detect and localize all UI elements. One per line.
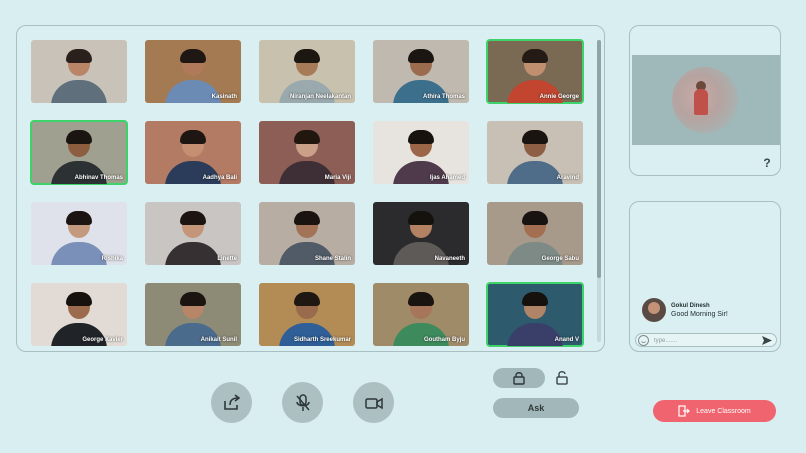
chat-message-text: Good Morning Sir! [671,310,728,318]
chat-panel: Gokul Dinesh Good Morning Sir! [629,201,781,352]
participant-name: Anand V [554,337,579,343]
participant-name: Anikait Sunil [200,337,237,343]
participant-tile[interactable] [31,40,127,103]
mic-toggle-button[interactable] [282,382,323,423]
send-icon[interactable] [762,336,772,345]
participant-name: George Xavier [82,337,123,343]
chat-sender-name: Gokul Dinesh [671,302,710,309]
share-screen-button[interactable] [211,382,252,423]
participant-name: Sidharth Sreekumar [293,337,351,343]
lock-button[interactable] [493,368,545,388]
participant-tile[interactable]: Niranjan Neelakantan [259,40,355,103]
participant-tile[interactable]: Annie George [486,39,584,104]
participant-tile[interactable]: Navaneeth [373,202,469,265]
participant-tile[interactable]: Linette [145,202,241,265]
participant-tile[interactable]: Goutham Byju [373,283,469,346]
camera-icon [364,397,383,409]
emoji-icon[interactable] [638,335,649,346]
participant-name: Niranjan Neelakantan [289,94,351,100]
participant-tile[interactable]: Ijas Ahamed [373,121,469,184]
lock-icon [513,372,525,385]
participant-tile[interactable]: Athira Thomas [373,40,469,103]
leave-classroom-button[interactable]: Leave Classroom [653,400,776,422]
participant-name: Ijas Ahamed [429,175,465,181]
participant-tile[interactable]: Rishika [31,202,127,265]
share-screen-icon [223,393,240,410]
participant-video [51,80,107,103]
participant-name: Goutham Byju [423,337,465,343]
grid-scrollbar[interactable] [597,40,601,342]
participant-video [507,161,563,184]
speaker-video-panel: ? [629,25,781,176]
leave-classroom-label: Leave Classroom [696,407,751,415]
participant-name: Linette [217,256,237,262]
exit-icon [678,405,691,417]
participant-name: Navaneeth [434,256,465,262]
speaker-video [632,55,780,145]
participant-name: Shane Stalin [314,256,351,262]
chat-message: Gokul Dinesh Good Morning Sir! [642,298,728,322]
ask-button[interactable]: Ask [493,398,579,418]
participant-tile[interactable]: Maria Viji [259,121,355,184]
participant-tile[interactable]: Anand V [486,282,584,347]
participant-tile[interactable]: Anikait Sunil [145,283,241,346]
participant-tile[interactable]: Sidharth Sreekumar [259,283,355,346]
participant-name: Rishika [101,256,123,262]
chat-input-bar [635,333,777,347]
participant-name: Abhinav Thomas [74,175,123,181]
participant-tile[interactable]: Shane Stalin [259,202,355,265]
unlock-icon[interactable] [555,370,569,386]
participant-tile[interactable]: George Sabu [487,202,583,265]
participant-tile[interactable]: Aravind [487,121,583,184]
participant-name: George Sabu [541,256,579,262]
participant-name: Kasinath [211,94,237,100]
participant-name: Aravind [556,175,579,181]
participant-tile[interactable]: Aadhya Bali [145,121,241,184]
camera-toggle-button[interactable] [353,382,394,423]
mic-off-icon [295,393,310,411]
participants-panel: Kasinath Niranjan Neelakantan Athira Thoma… [16,25,605,352]
participant-tile[interactable]: Abhinav Thomas [30,120,128,185]
participant-name: Aadhya Bali [202,175,237,181]
grid-scrollbar-thumb[interactable] [597,40,601,278]
speaker-avatar [672,67,738,133]
help-icon[interactable]: ? [761,156,773,170]
participant-name: Athira Thomas [422,94,465,100]
participant-tile[interactable]: Kasinath [145,40,241,103]
participant-tile[interactable]: George Xavier [31,283,127,346]
participant-name: Annie George [539,94,579,100]
chat-input[interactable] [654,336,754,345]
chat-avatar [642,298,666,322]
participant-video [165,242,221,265]
participant-name: Maria Viji [324,175,351,181]
participant-video [51,242,107,265]
participant-grid: Kasinath Niranjan Neelakantan Athira Thoma… [30,39,584,347]
